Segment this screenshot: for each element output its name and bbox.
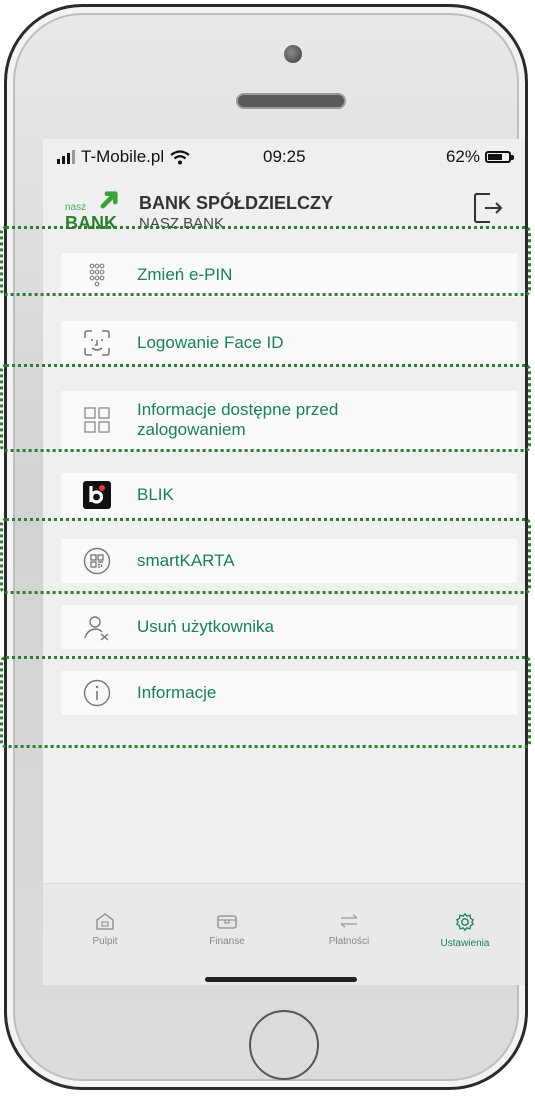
gear-icon: [455, 912, 475, 932]
status-time: 09:25: [263, 147, 306, 166]
tab-label: Płatności: [328, 936, 370, 947]
status-bar: T-Mobile.pl 09:25 62%: [43, 139, 525, 179]
home-button[interactable]: [249, 1010, 319, 1080]
wifi-icon: [170, 149, 190, 164]
highlight-box-smartkarta: [0, 518, 531, 594]
transfer-icon: [340, 914, 358, 928]
logout-icon[interactable]: [473, 191, 503, 225]
highlight-box-information: [0, 656, 531, 748]
status-right: 62%: [445, 147, 514, 167]
menu-item-blik[interactable]: BLIK: [61, 473, 517, 517]
earpiece-speaker: [236, 93, 346, 109]
bottom-tab-bar: Pulpit Finanse Płatności Ustawienia: [43, 883, 525, 985]
home-icon: [96, 913, 114, 930]
battery-icon: [485, 151, 514, 163]
home-indicator[interactable]: [205, 977, 357, 982]
blik-icon: [83, 481, 111, 509]
user-remove-icon: [83, 613, 111, 641]
battery-percent: 62%: [445, 147, 480, 166]
wallet-icon: [217, 915, 237, 929]
tab-label: Ustawienia: [440, 938, 490, 949]
highlight-box-epin: [0, 226, 531, 296]
tab-platnosci[interactable]: Płatności: [299, 912, 399, 947]
tab-pulpit[interactable]: Pulpit: [55, 912, 155, 947]
menu-item-remove-user[interactable]: Usuń użytkownika: [61, 605, 517, 649]
carrier-label: T-Mobile.pl: [81, 147, 165, 166]
tab-ustawienia[interactable]: Ustawienia: [415, 912, 515, 949]
menu-item-label: Usuń użytkownika: [137, 617, 275, 636]
signal-icon: [57, 150, 75, 164]
tab-label: Pulpit: [92, 936, 118, 947]
menu-item-face-id[interactable]: Logowanie Face ID: [61, 321, 517, 365]
menu-item-label: BLIK: [137, 485, 174, 504]
tab-finanse[interactable]: Finanse: [177, 912, 277, 947]
menu-item-label: Logowanie Face ID: [137, 333, 284, 352]
tab-label: Finanse: [209, 936, 245, 947]
bank-name: BANK SPÓŁDZIELCZY: [139, 193, 334, 213]
status-left: T-Mobile.pl: [57, 147, 190, 167]
highlight-box-pre-login-info: [0, 364, 531, 452]
face-id-icon: [83, 329, 111, 357]
front-camera: [284, 45, 302, 63]
logo-small-text: nasz: [65, 202, 87, 213]
